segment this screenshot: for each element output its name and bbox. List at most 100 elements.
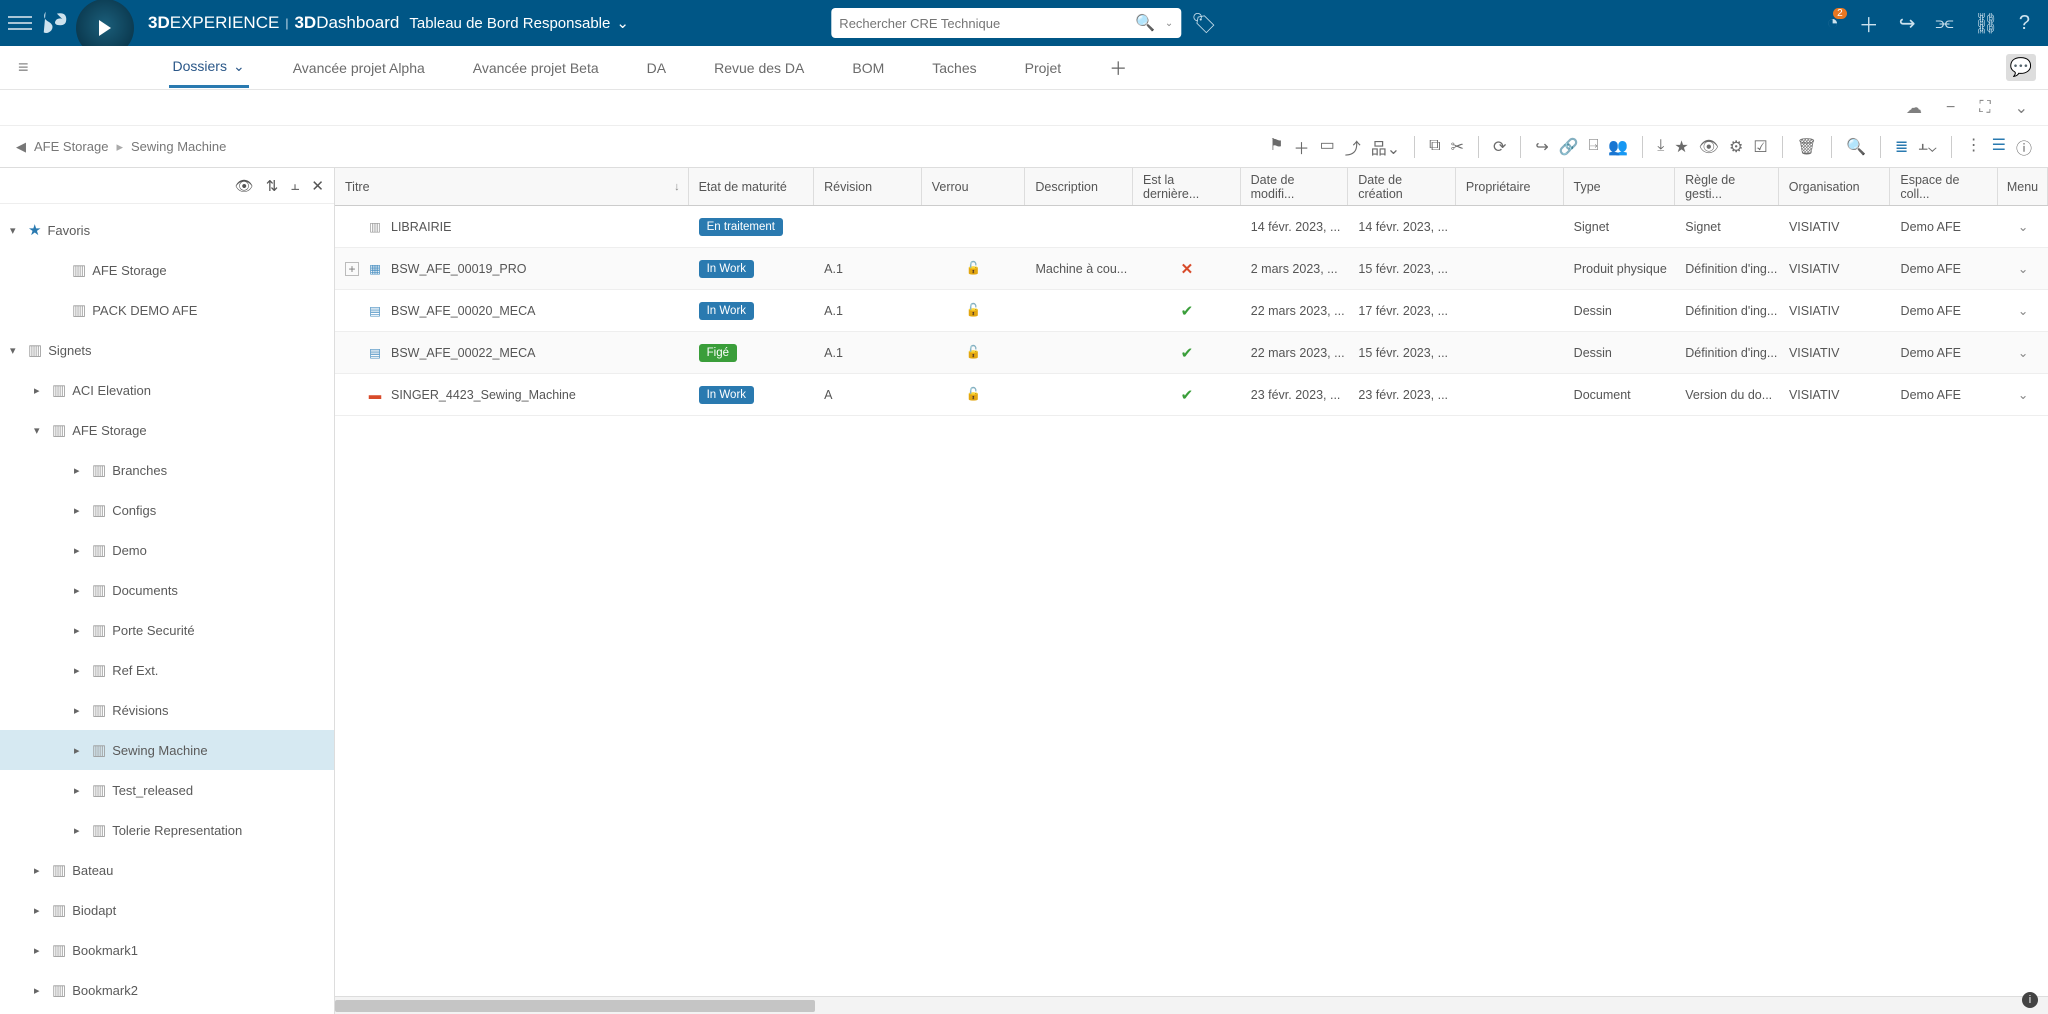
search-input[interactable] (839, 16, 1131, 31)
settings-sliders-icon[interactable]: ⚙ (1729, 137, 1743, 157)
table-row[interactable]: ▤BSW_AFE_00020_MECAIn WorkA.1🔓✔22 mars 2… (335, 290, 2048, 332)
sidebar-item[interactable]: ▸▥Ref Ext. (0, 650, 334, 690)
global-search[interactable]: 🔍 ⌄ (831, 8, 1181, 38)
col-verrou[interactable]: Verrou (922, 168, 1026, 205)
search-scope-dropdown[interactable]: ⌄ (1159, 18, 1173, 29)
flag-icon[interactable]: ⚑ (1269, 135, 1283, 159)
filter-icon[interactable]: ⫠ (290, 177, 299, 194)
sort-icon[interactable]: ⇅ (266, 177, 279, 195)
filter-dropdown-icon[interactable]: ⫠⌄ (1918, 137, 1936, 157)
plus-icon[interactable]: ＋ (1294, 135, 1310, 159)
search-table-icon[interactable]: 🔍 (1846, 137, 1866, 157)
sidebar-item[interactable]: ▸▥Configs (0, 490, 334, 530)
row-menu-button[interactable]: ⌄ (2018, 345, 2028, 360)
help-icon[interactable]: ? (2019, 12, 2030, 35)
col-derniere[interactable]: Est la dernière... (1133, 168, 1241, 205)
col-espace[interactable]: Espace de coll... (1890, 168, 1998, 205)
tabs-menu-button[interactable]: ≡ (18, 57, 29, 78)
sidebar-item[interactable]: ▸▥Biodapt (0, 890, 334, 930)
table-row[interactable]: +▦BSW_AFE_00019_PROIn WorkA.1🔓Machine à … (335, 248, 2048, 290)
col-organisation[interactable]: Organisation (1779, 168, 1891, 205)
cloud-icon[interactable]: ☁ (1906, 98, 1922, 118)
row-menu-button[interactable]: ⌄ (2018, 387, 2028, 402)
sidebar-item-afe[interactable]: ▾ ▥ AFE Storage (0, 410, 334, 450)
breadcrumb-back-icon[interactable]: ◀ (16, 139, 26, 155)
add-tab-button[interactable]: ＋ (1105, 45, 1131, 91)
breadcrumb-item[interactable]: Sewing Machine (131, 139, 226, 154)
col-type[interactable]: Type (1564, 168, 1676, 205)
sidebar-section-signets[interactable]: ▾ ▥ Signets (0, 330, 334, 370)
info-icon[interactable]: ⓘ (2016, 135, 2032, 159)
copy-icon[interactable]: ⧉ (1429, 137, 1440, 157)
row-menu-button[interactable]: ⌄ (2018, 303, 2028, 318)
sidebar-item[interactable]: ▸▥Révisions (0, 690, 334, 730)
horizontal-scrollbar[interactable] (335, 996, 2048, 1014)
sidebar-item[interactable]: ▸▥Tolerie Representation (0, 810, 334, 850)
table-row[interactable]: ▤BSW_AFE_00022_MECAFigéA.1🔓✔22 mars 2023… (335, 332, 2048, 374)
sidebar-item[interactable]: ▸▥Sewing Machine (0, 730, 334, 770)
tab-da[interactable]: DA (643, 50, 670, 86)
tab-taches[interactable]: Taches (928, 50, 980, 86)
tab-avancée-projet-beta[interactable]: Avancée projet Beta (469, 50, 603, 86)
sidebar-item[interactable]: ▸▥Bateau (0, 850, 334, 890)
col-revision[interactable]: Révision (814, 168, 922, 205)
tag-icon[interactable]: 🏷 (1191, 11, 1216, 36)
refresh-icon[interactable]: ⟳ (1493, 137, 1506, 157)
share-nodes-icon[interactable]: ⫘ (1935, 12, 1953, 35)
checklist-icon[interactable]: ☑ (1753, 137, 1767, 157)
expand-button[interactable]: + (345, 262, 359, 276)
download-icon[interactable]: ⤓ (1657, 137, 1664, 157)
table-row[interactable]: ▥LIBRAIRIEEn traitement14 févr. 2023, ..… (335, 206, 2048, 248)
chevron-down-icon[interactable]: ⌄ (2015, 98, 2028, 118)
new-folder-icon[interactable]: ▭ (1320, 135, 1335, 159)
sidebar-item[interactable]: ▸▥Bookmark2 (0, 970, 334, 1010)
share-arrow-icon[interactable]: ↪ (1899, 11, 1916, 36)
col-regle[interactable]: Règle de gesti... (1675, 168, 1779, 205)
list-view-icon[interactable]: ☰ (1992, 135, 2006, 159)
more-icon[interactable]: ⋮ (1966, 135, 1982, 159)
delete-icon[interactable]: 🗑 (1797, 137, 1817, 157)
breadcrumb-item[interactable]: AFE Storage (34, 139, 108, 154)
sidebar-item[interactable]: ▸▥Porte Securité (0, 610, 334, 650)
row-menu-button[interactable]: ⌄ (2018, 261, 2028, 276)
col-description[interactable]: Description (1025, 168, 1133, 205)
structure-icon[interactable]: 品⌄ (1371, 135, 1400, 159)
view-mode-icon[interactable]: ≣ (1895, 137, 1908, 157)
info-fab-icon[interactable]: i (2022, 992, 2038, 1008)
col-modif[interactable]: Date de modifi... (1241, 168, 1349, 205)
col-menu[interactable]: Menu (1998, 168, 2048, 205)
star-icon[interactable]: ★ (1674, 137, 1688, 157)
col-proprietaire[interactable]: Propriétaire (1456, 168, 1564, 205)
cut-icon[interactable]: ✂ (1451, 137, 1464, 157)
share-icon[interactable]: ↪ (1535, 137, 1548, 157)
sidebar-item[interactable]: ▸▥Branches (0, 450, 334, 490)
tab-avancée-projet-alpha[interactable]: Avancée projet Alpha (289, 50, 429, 86)
chat-icon[interactable]: 💬 (2006, 54, 2036, 81)
user-icon[interactable]: ⛓ (1973, 11, 1998, 36)
minimize-icon[interactable]: − (1946, 99, 1955, 117)
sidebar-item[interactable]: ▸▥Documents (0, 570, 334, 610)
tab-revue-des-da[interactable]: Revue des DA (710, 50, 808, 86)
binoculars-icon[interactable]: 👁 (1699, 137, 1719, 157)
col-maturite[interactable]: Etat de maturité (689, 168, 815, 205)
sidebar-item-aci[interactable]: ▸ ▥ ACI Elevation (0, 370, 334, 410)
sidebar-item[interactable]: ▸▥Test_released (0, 770, 334, 810)
sidebar-item[interactable]: ▥PACK DEMO AFE (0, 290, 334, 330)
col-creation[interactable]: Date de création (1348, 168, 1456, 205)
main-menu-button[interactable] (8, 11, 32, 35)
tab-dossiers[interactable]: Dossiers⌄ (169, 48, 249, 88)
sidebar-item[interactable]: ▸▥Demo (0, 530, 334, 570)
search-icon[interactable]: 🔍 (1131, 13, 1159, 33)
binoculars-icon[interactable]: 👁 (235, 177, 254, 195)
col-titre[interactable]: Titre (335, 168, 689, 205)
export-icon[interactable]: ⍈ (1589, 137, 1599, 157)
close-icon[interactable]: ✕ (311, 177, 324, 195)
sidebar-item[interactable]: ▸▥Bookmark1 (0, 930, 334, 970)
table-row[interactable]: ▬SINGER_4423_Sewing_MachineIn WorkA🔓✔23 … (335, 374, 2048, 416)
expand-icon[interactable]: ⛶ (1979, 99, 1990, 117)
tab-projet[interactable]: Projet (1021, 50, 1066, 86)
row-menu-button[interactable]: ⌄ (2018, 219, 2028, 234)
notifications-icon[interactable]: ◔2 (1827, 12, 1839, 35)
people-icon[interactable]: 👥 (1608, 137, 1628, 157)
add-icon[interactable]: ＋ (1859, 9, 1879, 38)
